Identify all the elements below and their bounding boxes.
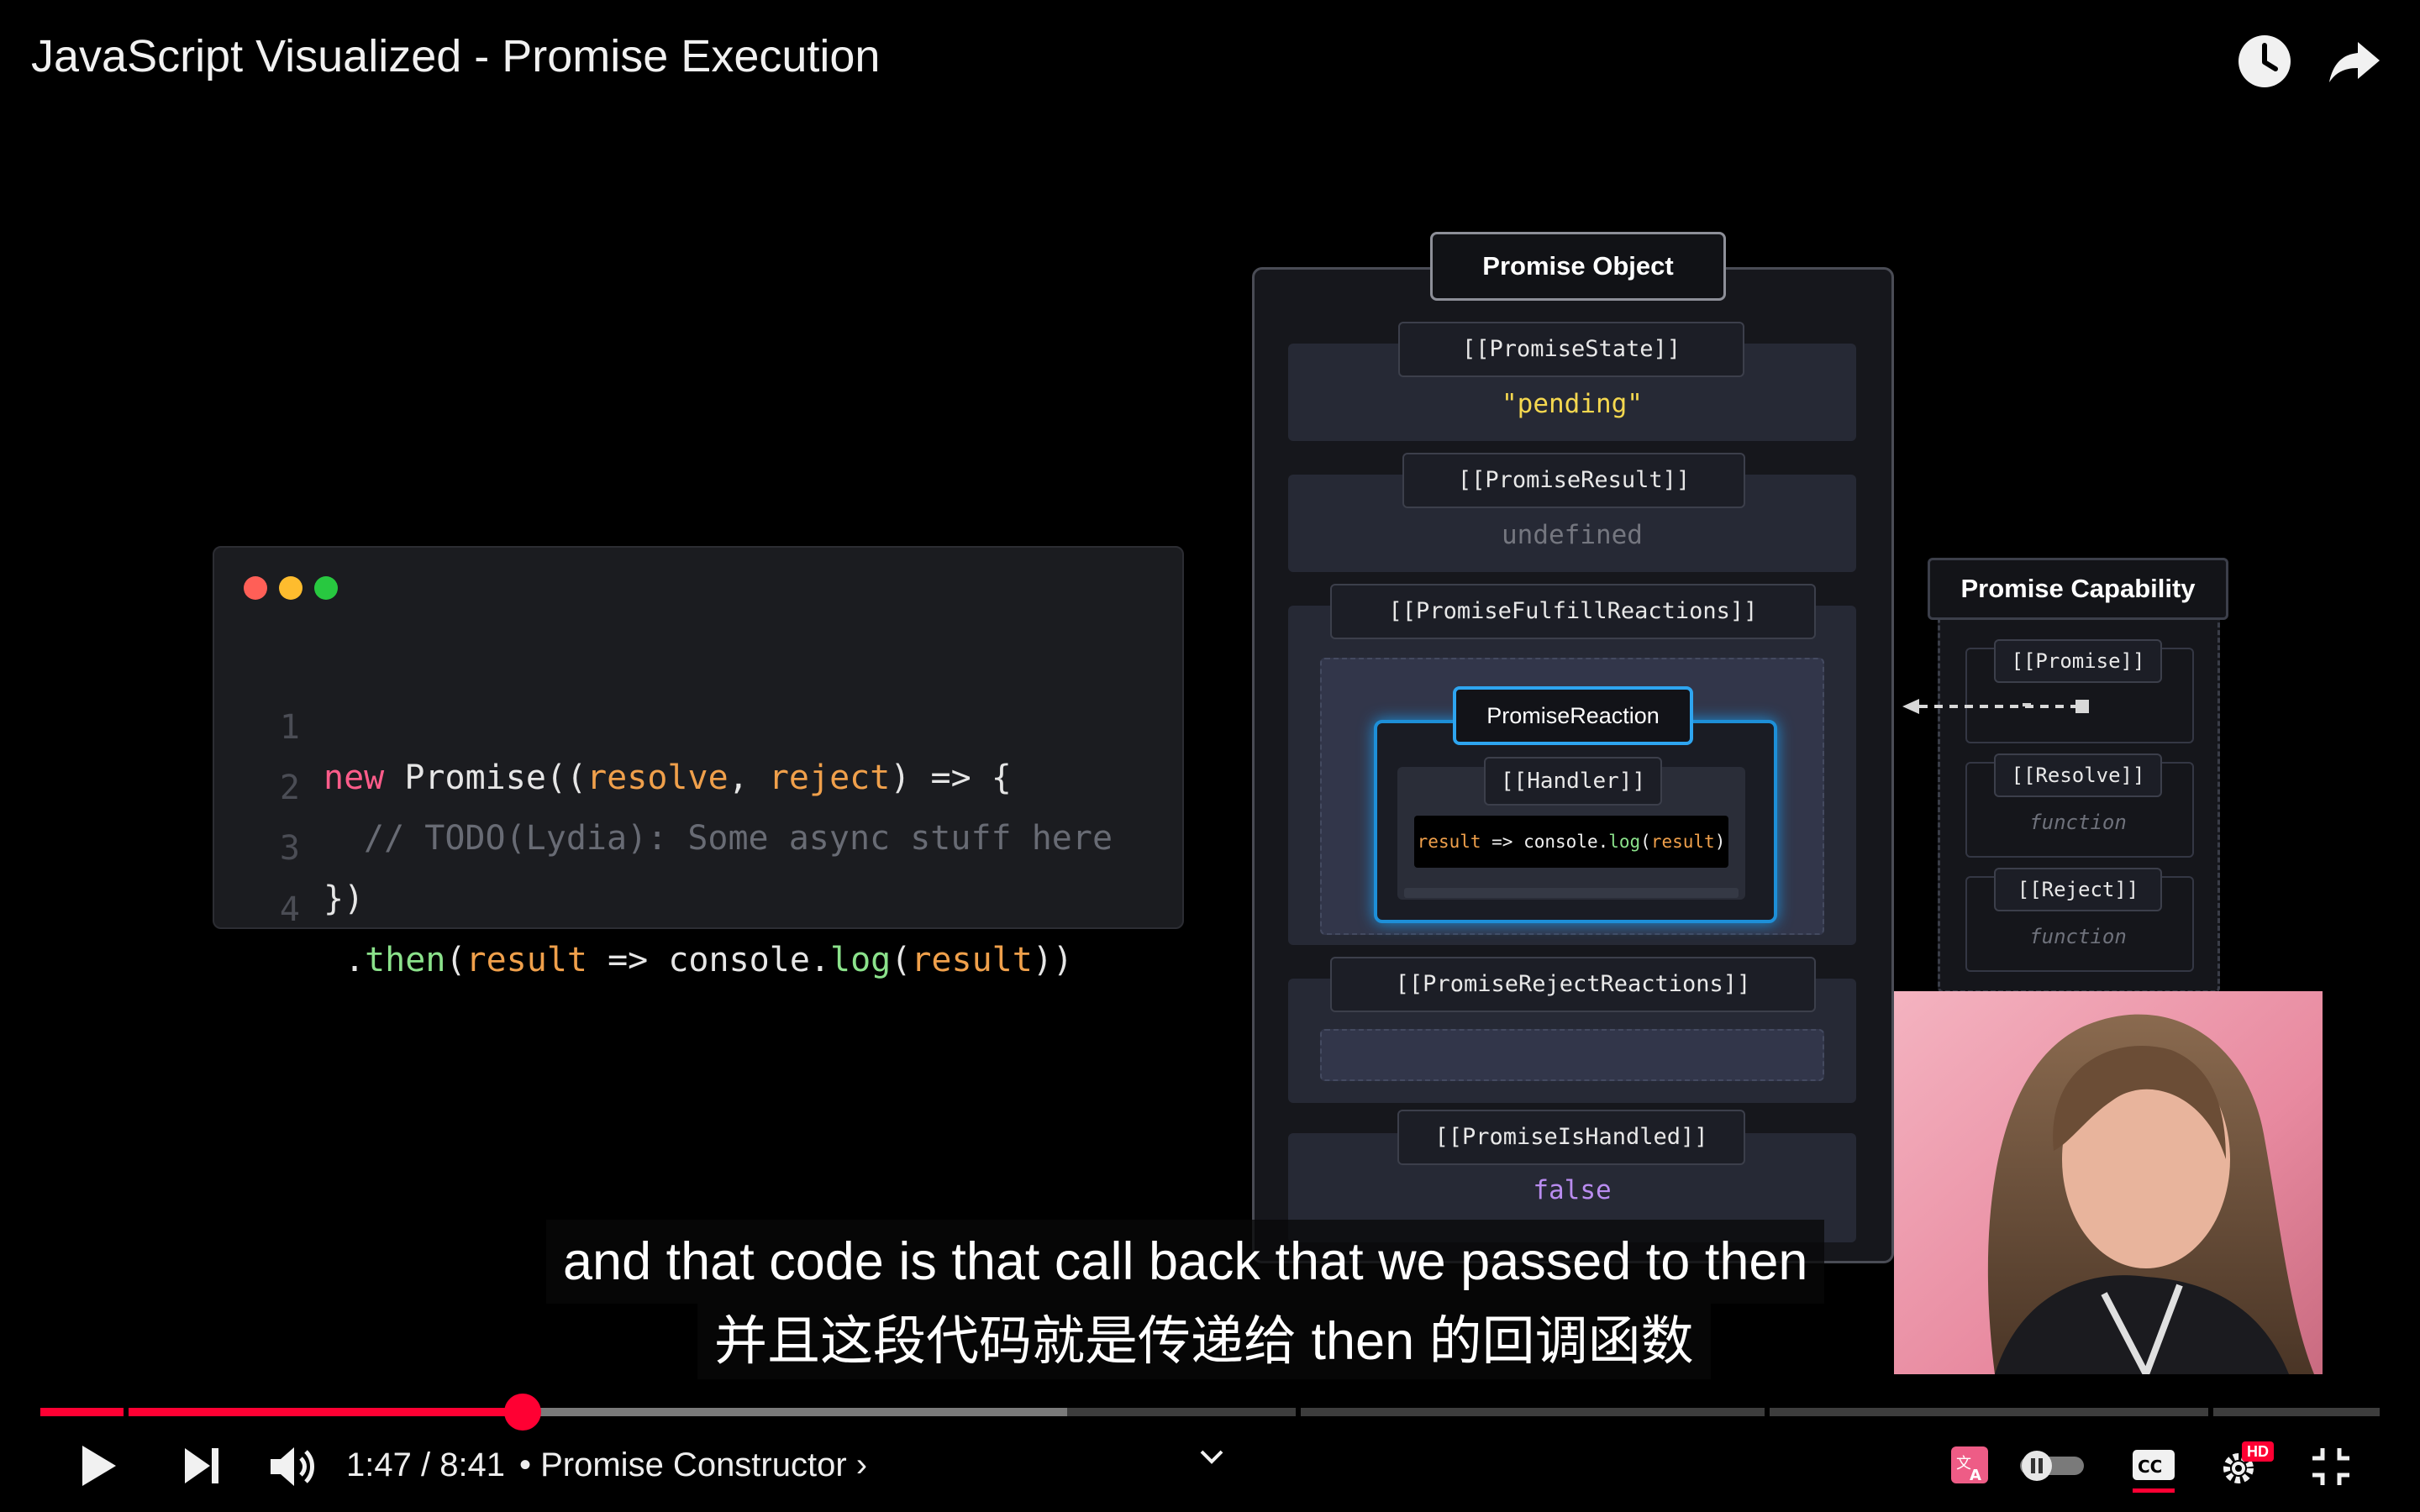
svg-text:CC: CC xyxy=(2138,1457,2162,1477)
watch-later-icon[interactable] xyxy=(2235,32,2294,91)
promise-object-panel: [[PromiseState]] "pending" [[PromiseResu… xyxy=(1252,267,1894,1263)
autoplay-toggle[interactable] xyxy=(2017,1448,2087,1486)
capability-resolve-value: function xyxy=(2029,811,2127,834)
code-window: 1 new Promise((resolve, reject) => { 2 /… xyxy=(213,546,1184,979)
promise-capability-panel: [[Promise]] [[Resolve]] function [[Rejec… xyxy=(1938,593,2220,993)
maximize-dot-icon xyxy=(314,576,338,600)
next-button[interactable] xyxy=(182,1445,224,1491)
chevron-down-icon[interactable] xyxy=(1197,1446,1227,1471)
chapter-divider xyxy=(1296,1408,1301,1416)
share-icon[interactable] xyxy=(2326,32,2385,91)
captions-button[interactable]: CC xyxy=(2131,1446,2176,1498)
capability-reject-value: function xyxy=(2029,925,2127,948)
promise-capability-title: Promise Capability xyxy=(1928,558,2228,620)
is-handled-label: [[PromiseIsHandled]] xyxy=(1397,1110,1745,1165)
hd-badge: HD xyxy=(2242,1441,2274,1462)
code-line-3: 3 }) xyxy=(214,773,1181,918)
line-number: 4 xyxy=(279,890,300,929)
video-title[interactable]: JavaScript Visualized - Promise Executio… xyxy=(31,30,880,82)
promise-result-value: undefined xyxy=(1502,520,1643,550)
promise-reaction-title: PromiseReaction xyxy=(1453,686,1693,745)
promise-state-value: "pending" xyxy=(1502,389,1643,419)
promise-state-label: [[PromiseState]] xyxy=(1398,322,1744,377)
volume-icon[interactable] xyxy=(267,1443,318,1494)
fulfill-reactions-label: [[PromiseFulfillReactions]] xyxy=(1330,584,1816,639)
code-line-1: 1 new Promise((resolve, reject) => { xyxy=(214,652,1181,797)
chapter-button[interactable]: • Promise Constructor › xyxy=(519,1446,867,1484)
close-dot-icon xyxy=(244,576,267,600)
minimize-dot-icon xyxy=(279,576,302,600)
is-handled-value: false xyxy=(1533,1175,1612,1205)
chevron-right-icon: › xyxy=(855,1446,868,1483)
handler-code: result => console.log(result) xyxy=(1414,816,1728,868)
subtitle-line-zh: 并且这段代码就是传递给 then 的回调函数 xyxy=(697,1304,1711,1379)
handler-label: [[Handler]] xyxy=(1484,757,1662,806)
svg-text:A: A xyxy=(1970,1467,1981,1484)
code-line-4: 4 .then(result => console.log(result)) xyxy=(214,834,1181,979)
reject-reactions-label: [[PromiseRejectReactions]] xyxy=(1330,957,1816,1012)
chapter-divider xyxy=(1765,1408,1770,1416)
subtitle-line-en: and that code is that call back that we … xyxy=(546,1220,1825,1304)
time-display: 1:47 / 8:41 xyxy=(346,1446,506,1483)
promise-pointer-arrow xyxy=(1901,697,2094,720)
progress-played xyxy=(40,1408,523,1416)
chapter-divider xyxy=(2208,1408,2213,1416)
capability-resolve-label: [[Resolve]] xyxy=(1994,753,2162,797)
progress-scrubber[interactable] xyxy=(503,1394,541,1431)
promise-result-label: [[PromiseResult]] xyxy=(1402,453,1745,508)
exit-fullscreen-icon[interactable] xyxy=(2311,1446,2351,1491)
play-button[interactable] xyxy=(77,1441,119,1495)
reject-reactions-list xyxy=(1320,1029,1824,1081)
capability-reject-label: [[Reject]] xyxy=(1994,868,2162,911)
chapter-divider xyxy=(124,1408,129,1416)
webcam-overlay xyxy=(1894,991,2323,1374)
progress-bar[interactable] xyxy=(40,1394,2380,1431)
code-line-2: 2 // TODO(Lydia): Some async stuff here xyxy=(214,712,1181,858)
capability-promise-label: [[Promise]] xyxy=(1994,639,2162,683)
handler-scroll-track xyxy=(1404,888,1739,898)
auto-translate-icon[interactable]: 文A xyxy=(1949,1445,1990,1489)
promise-object-title: Promise Object xyxy=(1430,232,1726,301)
